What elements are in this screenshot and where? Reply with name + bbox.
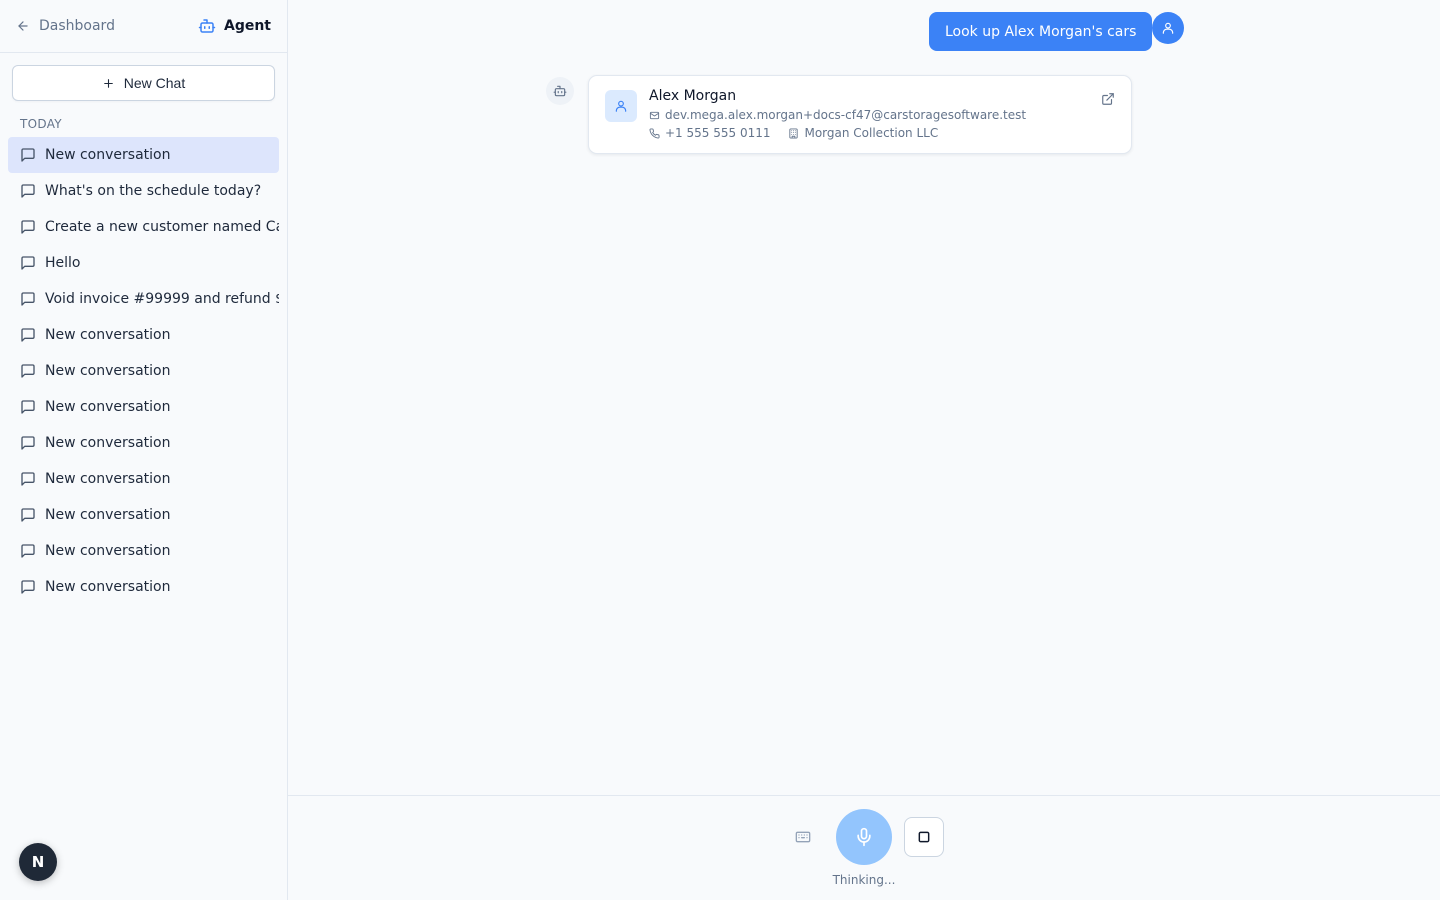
conversation-label: New conversation bbox=[45, 471, 171, 487]
customer-meta-row: +1 555 555 0111 Morgan Collection LLC bbox=[649, 126, 938, 140]
message-square-icon bbox=[21, 184, 35, 198]
customer-email: dev.mega.alex.morgan+docs-cf47@carstorag… bbox=[665, 108, 1027, 122]
conversation-item[interactable]: New conversation bbox=[8, 461, 279, 497]
back-label: Dashboard bbox=[39, 18, 115, 34]
user-avatar bbox=[1152, 12, 1184, 44]
message-square-icon bbox=[21, 580, 35, 594]
agent-app: Dashboard Agent New Chat TODAY New conve… bbox=[0, 0, 1440, 900]
microphone-button[interactable] bbox=[836, 809, 892, 865]
user-icon bbox=[1162, 22, 1174, 34]
conversation-label: New conversation bbox=[45, 507, 171, 523]
conversation-label: Hello bbox=[45, 255, 81, 271]
customer-name: Alex Morgan bbox=[649, 88, 737, 104]
sidebar: Dashboard Agent New Chat TODAY New conve… bbox=[0, 0, 288, 900]
sidebar-header: Dashboard Agent bbox=[0, 0, 287, 53]
conversation-item[interactable]: New conversation bbox=[8, 569, 279, 605]
user-menu-avatar[interactable]: N bbox=[19, 843, 57, 881]
voice-input-bar: Thinking... bbox=[288, 795, 1440, 900]
section-label-today: TODAY bbox=[20, 117, 62, 131]
message-square-icon bbox=[21, 544, 35, 558]
conversation-label: New conversation bbox=[45, 579, 171, 595]
bot-icon bbox=[198, 19, 216, 33]
external-link-icon[interactable] bbox=[1101, 92, 1115, 106]
conversation-item[interactable]: New conversation bbox=[8, 533, 279, 569]
assistant-avatar bbox=[546, 77, 574, 105]
conversation-item[interactable]: Create a new customer named Case bbox=[8, 209, 279, 245]
user-message-bubble: Look up Alex Morgan's cars bbox=[929, 12, 1153, 51]
customer-email-row: dev.mega.alex.morgan+docs-cf47@carstorag… bbox=[649, 108, 1026, 122]
conversation-label: New conversation bbox=[45, 399, 171, 415]
new-chat-label: New Chat bbox=[123, 75, 186, 91]
mic-icon bbox=[857, 827, 871, 847]
chat-main: Look up Alex Morgan's cars Alex Morgan d… bbox=[288, 0, 1440, 900]
message-square-icon bbox=[21, 400, 35, 414]
conversation-item[interactable]: What's on the schedule today? bbox=[8, 173, 279, 209]
conversation-label: New conversation bbox=[45, 327, 171, 343]
message-square-icon bbox=[21, 364, 35, 378]
conversation-label: What's on the schedule today? bbox=[45, 183, 262, 199]
user-message-text: Look up Alex Morgan's cars bbox=[945, 23, 1137, 40]
conversation-label: New conversation bbox=[45, 147, 171, 163]
conversation-item[interactable]: New conversation bbox=[8, 497, 279, 533]
conversation-item[interactable]: New conversation bbox=[8, 137, 279, 173]
message-square-icon bbox=[21, 292, 35, 306]
user-initial: N bbox=[31, 853, 45, 871]
back-to-dashboard-link[interactable]: Dashboard bbox=[16, 18, 115, 34]
conversation-label: Void invoice #99999 and refund $50 bbox=[45, 291, 279, 307]
conversation-item[interactable]: New conversation bbox=[8, 425, 279, 461]
conversation-item[interactable]: New conversation bbox=[8, 317, 279, 353]
message-square-icon bbox=[21, 328, 35, 342]
message-square-icon bbox=[21, 436, 35, 450]
customer-card[interactable]: Alex Morgan dev.mega.alex.morgan+docs-cf… bbox=[588, 75, 1132, 154]
building-icon bbox=[789, 127, 799, 139]
message-square-icon bbox=[21, 508, 35, 522]
agent-title: Agent bbox=[198, 17, 271, 35]
conversation-label: Create a new customer named Case bbox=[45, 219, 279, 235]
message-square-icon bbox=[21, 472, 35, 486]
customer-card-avatar bbox=[605, 90, 637, 122]
plus-icon bbox=[103, 78, 113, 88]
conversation-list: New conversation What's on the schedule t… bbox=[8, 137, 279, 605]
conversation-item[interactable]: Void invoice #99999 and refund $50 bbox=[8, 281, 279, 317]
conversation-label: New conversation bbox=[45, 543, 171, 559]
conversation-label: New conversation bbox=[45, 363, 171, 379]
message-square-icon bbox=[21, 148, 35, 162]
conversation-item[interactable]: New conversation bbox=[8, 389, 279, 425]
agent-label: Agent bbox=[223, 18, 271, 34]
customer-phone: +1 555 555 0111 bbox=[665, 126, 771, 140]
conversation-label: New conversation bbox=[45, 435, 171, 451]
new-chat-button[interactable]: New Chat bbox=[12, 65, 275, 101]
message-square-icon bbox=[21, 256, 35, 270]
keyboard-icon bbox=[795, 831, 811, 843]
bot-icon bbox=[553, 85, 567, 97]
message-square-icon bbox=[21, 220, 35, 234]
conversation-item[interactable]: New conversation bbox=[8, 353, 279, 389]
user-icon bbox=[615, 100, 627, 112]
arrow-left-icon bbox=[18, 21, 28, 31]
stop-button[interactable] bbox=[904, 817, 944, 857]
phone-icon bbox=[649, 127, 660, 138]
keyboard-toggle-button[interactable] bbox=[794, 828, 812, 846]
customer-company: Morgan Collection LLC bbox=[804, 126, 939, 140]
conversation-item[interactable]: Hello bbox=[8, 245, 279, 281]
square-icon bbox=[918, 831, 930, 843]
status-text: Thinking... bbox=[832, 873, 896, 887]
mail-icon bbox=[649, 111, 660, 119]
